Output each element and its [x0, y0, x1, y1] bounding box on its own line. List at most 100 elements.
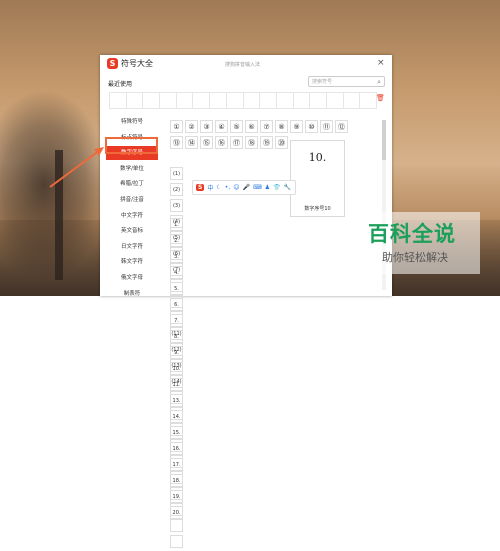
symbol-cell[interactable]: 13.: [170, 394, 183, 407]
recent-slot[interactable]: [210, 93, 227, 108]
symbol-cell[interactable]: 18.: [170, 474, 183, 487]
symbol-cell[interactable]: ⑥: [245, 120, 258, 133]
sidebar-item[interactable]: 中文字符: [106, 209, 158, 223]
recent-slot[interactable]: [344, 93, 361, 108]
recent-slot[interactable]: [294, 93, 311, 108]
window-subtitle: 搜狗拼音输入法: [225, 62, 261, 68]
symbol-cell[interactable]: ②: [185, 120, 198, 133]
sidebar-item[interactable]: 制表符: [106, 287, 158, 301]
recent-slot[interactable]: [177, 93, 194, 108]
symbol-cell[interactable]: 3.: [170, 250, 183, 263]
sidebar-item[interactable]: 特殊符号: [106, 115, 158, 129]
sidebar-item[interactable]: 韩文字符: [106, 255, 158, 269]
recent-slot[interactable]: [227, 93, 244, 108]
skin-icon[interactable]: ♟: [265, 184, 270, 191]
moon-icon[interactable]: ☾: [216, 184, 221, 191]
symbol-cell[interactable]: ④: [215, 120, 228, 133]
symbol-cell[interactable]: ⑯: [215, 136, 228, 149]
search-input[interactable]: 搜索符号 ⌕: [308, 76, 385, 87]
recent-symbols-row: [109, 92, 377, 109]
preview-symbol: 10.: [308, 151, 327, 164]
symbol-cell[interactable]: ①: [170, 120, 183, 133]
symbol-cell[interactable]: 10.: [170, 362, 183, 375]
symbol-cell[interactable]: ⑦: [260, 120, 273, 133]
symbol-cell[interactable]: 2.: [170, 234, 183, 247]
brand-watermark: 百科全说 助你轻松解决: [360, 212, 480, 274]
symbol-cell[interactable]: ⑧: [275, 120, 288, 133]
keyboard-icon[interactable]: ⌨: [253, 184, 262, 191]
wrench-icon[interactable]: 🔧: [283, 184, 290, 191]
search-placeholder: 搜索符号: [312, 79, 333, 85]
symbol-cell[interactable]: 8.: [170, 330, 183, 343]
symbol-cell[interactable]: 14.: [170, 410, 183, 423]
symbol-cell[interactable]: 4.: [170, 266, 183, 279]
symbol-cell[interactable]: (3): [170, 199, 183, 212]
symbol-cell[interactable]: 16.: [170, 442, 183, 455]
symbol-cell[interactable]: ⑱: [245, 136, 258, 149]
recent-slot[interactable]: [143, 93, 161, 108]
symbol-cell[interactable]: 15.: [170, 426, 183, 439]
symbol-cell[interactable]: ⑨: [290, 120, 303, 133]
symbol-cell[interactable]: 9.: [170, 346, 183, 359]
symbol-cell[interactable]: 19.: [170, 490, 183, 503]
symbol-cell[interactable]: ⑬: [170, 136, 183, 149]
recent-slot[interactable]: [193, 93, 211, 108]
recent-slot[interactable]: [110, 93, 127, 108]
sidebar-item[interactable]: 拼音/注音: [106, 193, 158, 207]
recent-slot[interactable]: [127, 93, 144, 108]
symbol-cell[interactable]: (2): [170, 183, 183, 196]
recent-slot[interactable]: [244, 93, 261, 108]
recent-slot[interactable]: [277, 93, 294, 108]
symbol-cell[interactable]: 17.: [170, 458, 183, 471]
window-title: 符号大全: [121, 59, 153, 68]
symbol-cell[interactable]: 5.: [170, 282, 183, 295]
highlight-box: [105, 137, 158, 154]
period-numbers-grid: 1. 2. 3. 4. 5. 6. 7. 8. 9. 10. 11. 13. 14. 15. 16. 17.…: [170, 218, 185, 522]
scrollbar-thumb[interactable]: [382, 120, 386, 160]
sidebar-item[interactable]: 数学/单位: [106, 162, 158, 176]
symbol-cell[interactable]: ⑳: [275, 136, 288, 149]
recent-slot[interactable]: [310, 93, 327, 108]
symbol-cell[interactable]: 6.: [170, 298, 183, 311]
brand-title: 百科全说: [368, 222, 456, 246]
symbol-cell[interactable]: ⑲: [260, 136, 273, 149]
symbol-cell[interactable]: ⑪: [320, 120, 333, 133]
recent-label: 最近使用: [108, 81, 133, 88]
symbol-cell[interactable]: 20.: [170, 506, 183, 519]
trash-icon[interactable]: 🗑: [376, 94, 385, 102]
emoji-icon[interactable]: ☺: [233, 184, 239, 191]
close-icon[interactable]: ×: [377, 58, 385, 68]
punctuation-icon[interactable]: •,: [225, 184, 230, 191]
search-icon[interactable]: ⌕: [377, 77, 381, 88]
sidebar-item[interactable]: 英文音标: [106, 224, 158, 238]
chinese-mode-toggle[interactable]: 中: [207, 183, 213, 192]
sidebar-item[interactable]: 日文字符: [106, 240, 158, 254]
recent-slot[interactable]: [260, 93, 277, 108]
symbol-preview-tooltip: 10. 数字序号10: [290, 140, 345, 217]
symbol-cell[interactable]: ③: [200, 120, 213, 133]
title-bar[interactable]: S 符号大全 搜狗拼音输入法 ×: [100, 55, 392, 73]
symbol-cell[interactable]: ⑭: [185, 136, 198, 149]
recent-slot[interactable]: [160, 93, 177, 108]
shirt-icon[interactable]: 👕: [273, 184, 280, 191]
symbol-cell[interactable]: ⑫: [335, 120, 348, 133]
symbol-cell[interactable]: 7.: [170, 314, 183, 327]
sogou-s-icon[interactable]: S: [196, 184, 205, 191]
symbol-cell[interactable]: [170, 535, 183, 548]
preview-name: 数字序号10: [304, 206, 331, 212]
recent-slot[interactable]: [360, 93, 376, 108]
sogou-logo-icon: S: [107, 58, 118, 69]
symbol-cell[interactable]: ⑰: [230, 136, 243, 149]
symbol-cell[interactable]: 11.: [170, 378, 183, 391]
symbol-window: S 符号大全 搜狗拼音输入法 × 最近使用 搜索符号 ⌕ 🗑 特殊符号 标点符号…: [100, 55, 392, 548]
recent-slot[interactable]: [327, 93, 344, 108]
symbol-cell[interactable]: 1.: [170, 218, 183, 231]
symbol-cell[interactable]: (1): [170, 167, 183, 180]
symbol-cell[interactable]: ⑩: [305, 120, 318, 133]
tree-trunk: [55, 150, 63, 280]
symbol-cell[interactable]: ⑤: [230, 120, 243, 133]
microphone-icon[interactable]: 🎤: [242, 184, 249, 191]
sidebar-item[interactable]: 希腊/拉丁: [106, 177, 158, 191]
symbol-cell[interactable]: ⑮: [200, 136, 213, 149]
sidebar-item[interactable]: 俄文字母: [106, 271, 158, 285]
